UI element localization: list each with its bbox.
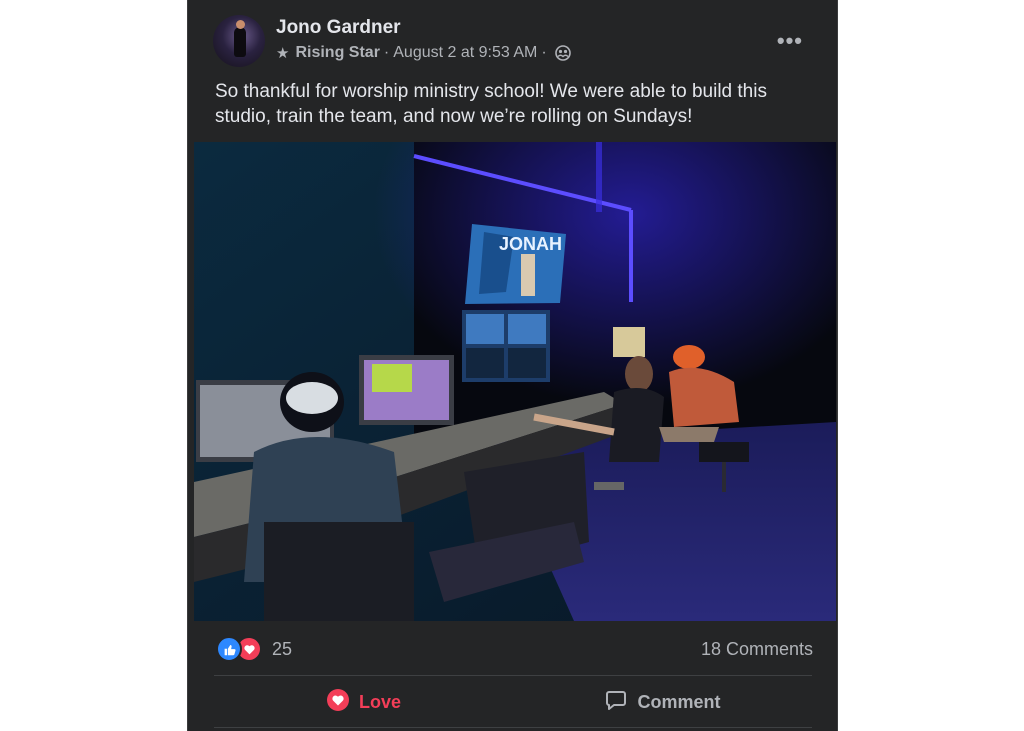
screen-text: JONAH: [499, 234, 562, 254]
love-button-label: Love: [358, 691, 401, 712]
like-reaction-icon: [216, 636, 242, 662]
action-bar: Love Comment: [214, 676, 812, 728]
meta-separator: ·: [383, 44, 390, 61]
post-text: So thankful for worship ministry school!…: [215, 81, 767, 127]
post-meta: ★ Rising Star · August 2 at 9:53 AM ·: [276, 44, 571, 62]
author-avatar[interactable]: [213, 15, 265, 67]
meta-separator-2: ·: [541, 44, 547, 61]
star-icon: ★: [276, 45, 290, 62]
reaction-summary[interactable]: 25: [216, 636, 292, 662]
post-photo[interactable]: JONAH: [194, 142, 836, 621]
author-name[interactable]: Jono Gardner: [276, 17, 401, 39]
comment-button[interactable]: Comment: [513, 676, 812, 728]
comment-button-label: Comment: [637, 691, 721, 712]
more-options-button[interactable]: •••: [777, 28, 803, 54]
reaction-count[interactable]: 25: [272, 639, 292, 660]
heart-icon: [326, 688, 359, 717]
avatar-figure: [234, 20, 246, 57]
speech-bubble-icon: [604, 688, 637, 717]
post-card: Jono Gardner ★ Rising Star · August 2 at…: [187, 0, 838, 731]
comments-count-link[interactable]: 18 Comments: [701, 639, 813, 660]
post-timestamp[interactable]: August 2 at 9:53 AM: [393, 44, 537, 62]
group-icon[interactable]: [554, 45, 571, 61]
divider-bottom: [214, 727, 812, 728]
rising-star-badge[interactable]: Rising Star: [295, 44, 379, 62]
love-button[interactable]: Love: [214, 676, 513, 728]
